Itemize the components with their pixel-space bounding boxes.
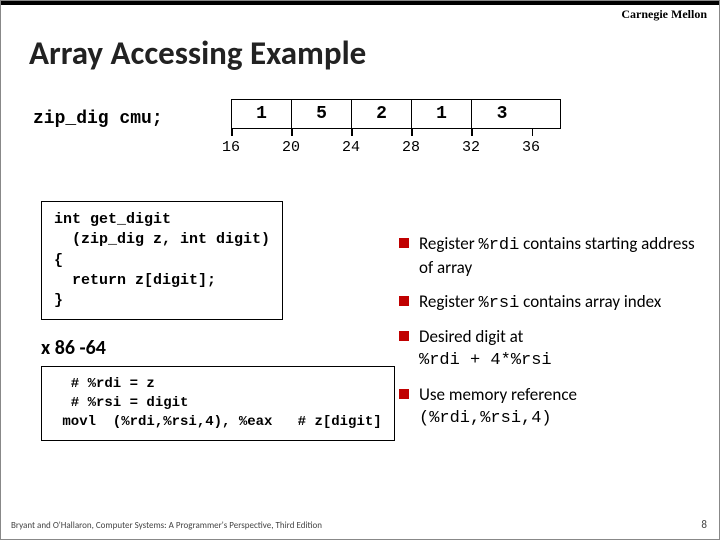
square-bullet-icon [399,331,409,341]
page-number: 8 [701,518,707,531]
bullet-text: Use memory reference [419,384,577,405]
institution-label: Carnegie Mellon [621,7,707,22]
address-label: 16 [201,139,261,156]
bullet-code: (%rdi,%rsi,4) [419,409,552,428]
tick-mark [231,128,233,136]
bullet-item: Desired digit at %rdi + 4*%rsi [399,326,703,372]
bullet-item: Use memory reference (%rdi,%rsi,4) [399,384,703,430]
array-cell: 2 [352,100,412,128]
footer-citation: Bryant and O'Hallaron, Computer Systems:… [11,520,322,531]
tick-mark [351,128,353,136]
c-code-box: int get_digit (zip_dig z, int digit) { r… [41,201,283,320]
bullet-code: %rsi [479,294,520,313]
slide-title: Array Accessing Example [29,33,366,73]
cell-value: 2 [376,104,387,124]
address-label: 36 [501,139,561,156]
bullet-list: Register %rdi contains starting address … [399,233,703,441]
bullet-code: %rdi + 4*%rsi [419,351,552,370]
tick-mark [411,128,413,136]
address-label: 32 [441,139,501,156]
tick-mark [532,128,534,136]
slide: Carnegie Mellon Array Accessing Example … [0,0,720,540]
array-cell: 3 [472,100,532,128]
bullet-text: Desired digit at [419,326,523,347]
cell-value: 1 [436,104,447,124]
array-addresses: 16 20 24 28 32 36 [201,139,561,156]
square-bullet-icon [399,238,409,248]
bullet-text: Register [419,233,479,254]
arch-label: x 86 -64 [41,336,106,360]
asm-code-box: # %rdi = z # %rsi = digit movl (%rdi,%rs… [41,366,395,441]
address-label: 28 [381,139,441,156]
square-bullet-icon [399,389,409,399]
array-cell: 1 [412,100,472,128]
cell-value: 1 [256,104,267,124]
bullet-code: %rdi [479,236,520,255]
cell-value: 3 [497,104,508,124]
array-cell: 1 [232,100,292,128]
array-cells: 1 5 2 1 3 [231,99,561,129]
square-bullet-icon [399,296,409,306]
tick-mark [291,128,293,136]
address-label: 24 [321,139,381,156]
top-bar [1,1,719,5]
bullet-text: contains array index [519,291,661,312]
bullet-text: Register [419,291,479,312]
type-declaration: zip_dig cmu; [33,109,163,129]
array-cell: 5 [292,100,352,128]
bullet-item: Register %rdi contains starting address … [399,233,703,279]
array-diagram: 1 5 2 1 3 16 20 24 28 32 36 [231,99,561,156]
bullet-item: Register %rsi contains array index [399,291,703,315]
cell-value: 5 [316,104,327,124]
address-label: 20 [261,139,321,156]
tick-mark [471,128,473,136]
